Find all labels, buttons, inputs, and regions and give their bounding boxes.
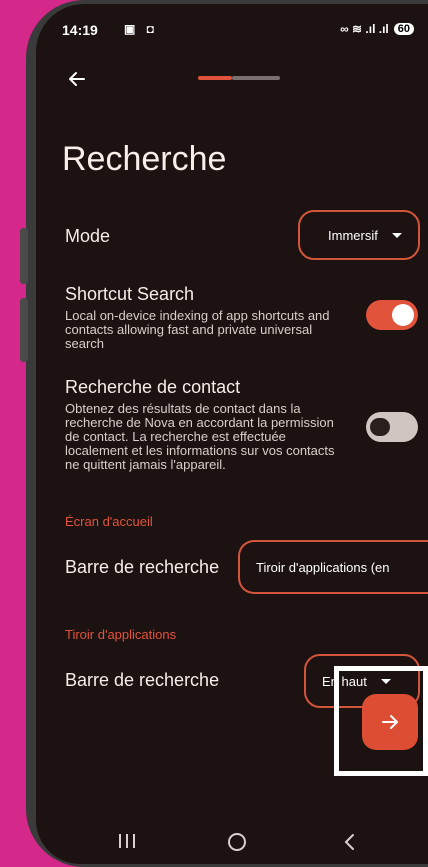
contact-search-description: Obtenez des résultats de contact dans la… — [65, 401, 335, 472]
system-back-button[interactable] — [342, 832, 358, 858]
shortcut-search-toggle[interactable] — [366, 300, 418, 330]
page-indicator — [198, 76, 280, 80]
shortcut-search-label: Shortcut Search — [65, 284, 195, 304]
arrow-right-icon — [382, 715, 398, 729]
power-button — [20, 298, 28, 362]
contact-search-toggle[interactable] — [366, 412, 418, 442]
mode-value: Immersif — [328, 227, 378, 243]
chevron-down-icon — [391, 232, 402, 238]
mode-dropdown[interactable]: Immersif — [298, 210, 420, 260]
page-indicator-inactive — [232, 76, 280, 80]
connectivity-icons: ∞ ≋ .ıl .ıl — [340, 22, 389, 36]
app-drawer-section-title: Tiroir d'applications — [65, 627, 177, 642]
toggle-knob — [370, 418, 390, 436]
status-time: 14:19 — [62, 22, 98, 38]
next-button[interactable] — [362, 694, 418, 750]
back-chevron-icon — [344, 834, 354, 850]
status-right-icons: ∞ ≋ .ıl .ıl 60 — [340, 22, 414, 36]
navigation-bar — [36, 824, 428, 864]
home-search-bar-label: Barre de recherche — [65, 557, 220, 577]
shortcut-search-description: Local on-device indexing of app shortcut… — [65, 308, 330, 351]
page-title: Recherche — [62, 140, 227, 178]
back-button[interactable] — [62, 64, 92, 94]
home-search-bar-dropdown[interactable]: Tiroir d'applications (en — [238, 540, 428, 594]
home-icon — [228, 833, 246, 851]
contact-search-label: Recherche de contact — [65, 377, 241, 397]
page-indicator-active — [198, 76, 232, 80]
app-drawer-search-bar-label: Barre de recherche — [65, 670, 220, 690]
arrow-left-icon — [69, 72, 85, 86]
screen: 14:19 ▣ ◘ ∞ ≋ .ıl .ıl 60 Recherche Mode … — [36, 4, 428, 864]
battery-icon: 60 — [393, 23, 414, 35]
mode-label: Mode — [65, 226, 111, 246]
toggle-knob — [392, 304, 414, 326]
notification-icons: ▣ ◘ — [124, 22, 158, 36]
recent-apps-icon — [119, 834, 135, 848]
home-screen-section-title: Écran d'accueil — [65, 514, 153, 529]
volume-button — [20, 228, 28, 284]
home-button[interactable] — [226, 832, 248, 858]
status-bar: 14:19 ▣ ◘ ∞ ≋ .ıl .ıl 60 — [62, 22, 414, 42]
home-search-bar-value: Tiroir d'applications (en — [256, 559, 390, 575]
recent-apps-button[interactable] — [116, 832, 138, 856]
